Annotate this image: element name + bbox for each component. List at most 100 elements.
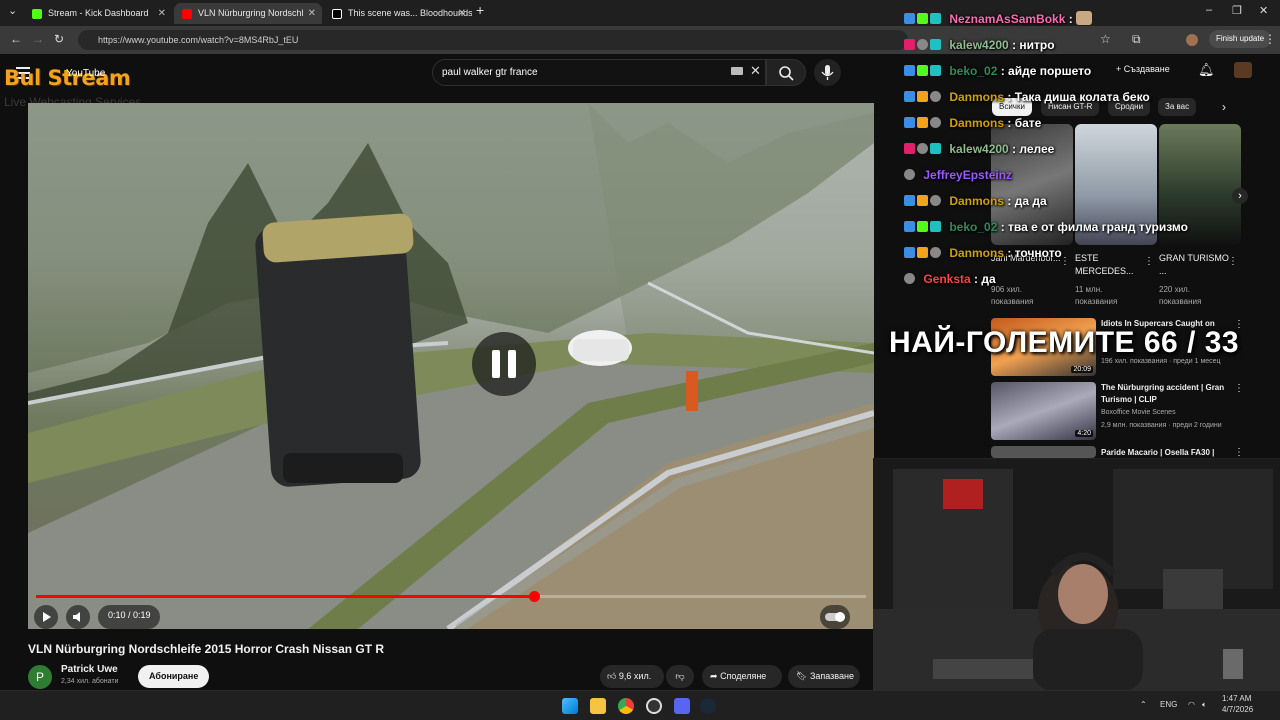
chat-message: kalew4200 : нитро	[904, 35, 1055, 55]
badge-icon	[917, 247, 928, 258]
autoplay-toggle[interactable]	[820, 605, 850, 629]
steam-icon[interactable]	[700, 698, 716, 714]
chat-username: kalew4200	[949, 38, 1009, 52]
url-field[interactable]: https://www.youtube.com/watch?v=8MS4RbJ_…	[78, 30, 908, 50]
voice-search-button[interactable]	[814, 59, 841, 86]
create-button[interactable]: + Създаване	[1116, 64, 1170, 74]
progress-scrubber[interactable]	[529, 591, 540, 602]
badge-icon	[930, 65, 941, 76]
account-avatar[interactable]	[1234, 62, 1252, 78]
chat-text: нитро	[1019, 38, 1055, 52]
close-tab-icon[interactable]: ✕	[308, 3, 316, 24]
windows-start-icon[interactable]	[562, 698, 578, 714]
pause-button[interactable]	[472, 332, 536, 396]
more-options-icon[interactable]: ⋮	[1234, 383, 1244, 394]
search-button[interactable]	[766, 59, 806, 86]
extensions-icon[interactable]: ⧉	[1132, 32, 1141, 47]
volume-button[interactable]	[66, 605, 90, 629]
chat-username: Danmons	[949, 246, 1005, 260]
clock-time[interactable]: 1:47 AM	[1222, 694, 1251, 703]
discord-icon[interactable]	[674, 698, 690, 714]
badge-icon	[917, 221, 928, 232]
subscriber-count: 2,34 хил. абонати	[61, 678, 119, 685]
volume-tray-icon[interactable]: 🔈︎	[1202, 700, 1207, 710]
close-tab-icon[interactable]: ✕	[158, 3, 166, 24]
profile-avatar[interactable]	[1186, 34, 1198, 46]
bookmark-star-icon[interactable]: ☆	[1100, 32, 1111, 46]
clock-date[interactable]: 4/7/2026	[1222, 705, 1253, 714]
chat-username: Danmons	[949, 90, 1005, 104]
file-explorer-icon[interactable]	[590, 698, 606, 714]
badge-icon	[930, 143, 941, 154]
more-options-icon[interactable]: ⋮	[1144, 256, 1154, 267]
play-button[interactable]	[34, 605, 58, 629]
badge-icon	[904, 195, 915, 206]
reload-icon[interactable]: ↻	[54, 32, 64, 46]
keyboard-icon[interactable]	[731, 67, 743, 75]
notifications-bell-icon[interactable]: 🔔︎	[1198, 62, 1215, 78]
badge-icon	[904, 117, 915, 128]
short-title[interactable]: ESTE MERCEDES...	[1075, 252, 1145, 278]
subscribe-button[interactable]: Абониране	[138, 665, 210, 688]
language-indicator[interactable]: ENG	[1160, 700, 1177, 709]
chevron-up-icon[interactable]: ⌃	[1140, 700, 1147, 709]
more-options-icon[interactable]: ⋮	[1234, 447, 1244, 458]
chips-next-icon[interactable]: ›	[1222, 100, 1226, 114]
thumbs-up-icon: 👍︎	[607, 671, 617, 681]
finish-update-button[interactable]: Finish update	[1209, 30, 1272, 48]
minimize-icon[interactable]: –	[1206, 4, 1212, 16]
recommended-thumbnail[interactable]: 4:20	[991, 382, 1096, 440]
save-button[interactable]: 🔖︎ Запазване	[788, 665, 860, 688]
chat-username: Danmons	[949, 116, 1005, 130]
close-tab-icon[interactable]: ✕	[458, 3, 466, 24]
search-input[interactable]: paul walker gtr france	[432, 59, 766, 86]
clear-search-icon[interactable]: ✕	[750, 63, 761, 79]
toggle-icon	[825, 612, 845, 622]
overlay-counter: НАЙ-ГОЛЕМИТЕ 66 / 33	[889, 326, 1240, 359]
chat-message: Genksta : да	[904, 269, 996, 289]
webcam-scene	[873, 459, 1280, 690]
short-title[interactable]: GRAN TURISMO ...	[1159, 252, 1229, 278]
maximize-icon[interactable]: ❐	[1232, 4, 1242, 17]
recommended-title[interactable]: The Nürburgring accident | Gran Turismo …	[1101, 382, 1231, 406]
wifi-icon[interactable]: ◠	[1188, 700, 1195, 709]
tab-youtube-video[interactable]: VLN Nürburgring Nordschl ✕	[174, 3, 322, 24]
recommended-meta: 2,9 млн. показвания · преди 2 години	[1101, 422, 1222, 429]
video-player[interactable]: 0:10 / 0:19	[28, 103, 874, 629]
chrome-icon[interactable]	[618, 698, 634, 714]
tab-kick-dashboard[interactable]: Stream - Kick Dashboard ✕	[24, 3, 172, 24]
more-options-icon[interactable]: ⋮	[1228, 256, 1238, 267]
chat-message: NeznamAsSamBokk :	[904, 9, 1093, 29]
video-duration: 4:20	[1075, 430, 1093, 437]
obs-icon[interactable]	[646, 698, 662, 714]
youtube-logo-text[interactable]: YouTube	[66, 68, 105, 79]
recommended-thumbnail[interactable]	[991, 446, 1096, 458]
create-label: Създаване	[1123, 64, 1170, 74]
chip-for-you[interactable]: За вас	[1158, 98, 1197, 116]
browser-menu-icon[interactable]: ⋮	[1264, 32, 1276, 46]
new-tab-icon[interactable]: +	[476, 2, 484, 18]
video-scene	[28, 103, 874, 629]
recommended-channel[interactable]: Boxoffice Movie Scenes	[1101, 407, 1241, 419]
dislike-button[interactable]: 👎︎	[666, 665, 694, 688]
share-button[interactable]: ➦ Споделяне	[702, 665, 782, 688]
channel-name[interactable]: Patrick Uwe	[61, 664, 118, 675]
forward-icon[interactable]: →	[32, 32, 44, 46]
play-icon	[43, 612, 51, 622]
progress-bar[interactable]	[36, 591, 866, 602]
tab-tiktok[interactable]: This scene was... Bloodhounds ✕	[324, 3, 472, 24]
channel-avatar[interactable]: P	[28, 665, 52, 689]
badge-icon	[930, 39, 941, 50]
microphone-icon	[821, 65, 834, 80]
tab-search-icon[interactable]: ⌄	[8, 4, 17, 17]
back-icon[interactable]: ←	[10, 32, 22, 46]
chat-text: точното	[1014, 246, 1062, 260]
chat-message: Danmons : бате	[904, 113, 1041, 133]
close-window-icon[interactable]: ✕	[1259, 4, 1268, 17]
save-label: Запазване	[809, 671, 854, 681]
chat-message: Danmons : точното	[904, 243, 1062, 263]
shorts-next-icon[interactable]: ›	[1232, 188, 1248, 204]
badge-icon	[917, 91, 928, 102]
like-button[interactable]: 👍︎ 9,6 хил.	[600, 665, 664, 688]
badge-icon	[917, 117, 928, 128]
